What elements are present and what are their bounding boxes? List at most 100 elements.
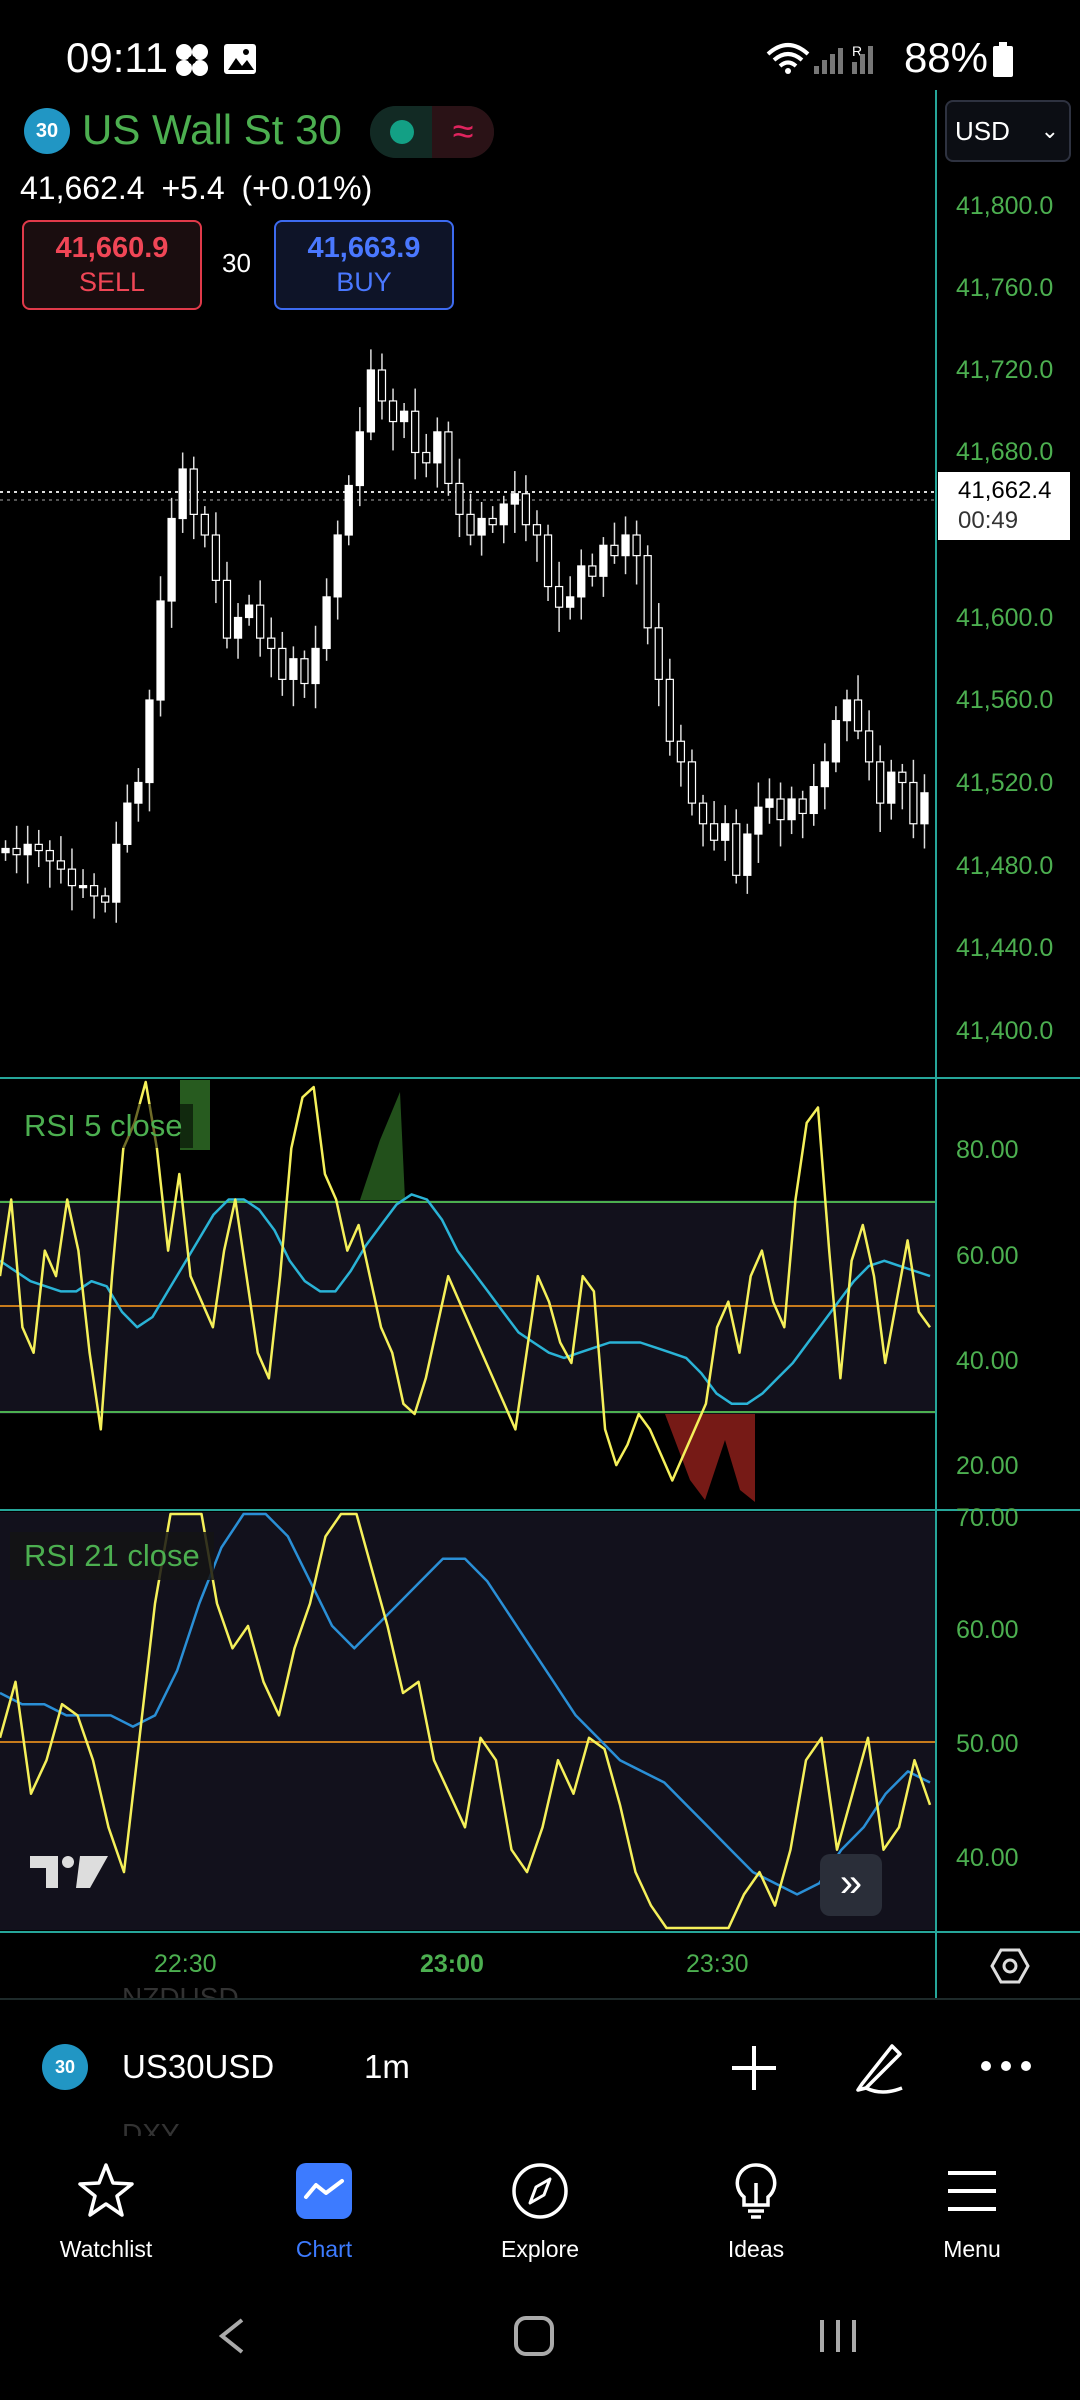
toolbar-symbol[interactable]: US30USD bbox=[122, 2048, 274, 2086]
gallery-icon bbox=[224, 44, 256, 74]
home-icon[interactable] bbox=[514, 2316, 554, 2356]
candle bbox=[687, 761, 697, 804]
time-axis-label: 23:00 bbox=[420, 1950, 484, 1978]
candle bbox=[278, 647, 287, 680]
time-axis-label: 23:30 bbox=[686, 1950, 749, 1978]
symbol-name[interactable]: US Wall St 30 bbox=[82, 106, 342, 154]
chart-settings-icon[interactable] bbox=[990, 1946, 1030, 1986]
add-icon[interactable] bbox=[726, 2040, 782, 2096]
nav-label: Ideas bbox=[727, 2236, 785, 2262]
tradingview-logo-icon[interactable] bbox=[28, 1852, 110, 1892]
candle bbox=[787, 798, 796, 821]
rsi5-title[interactable]: RSI 5 close bbox=[14, 1104, 193, 1148]
candle bbox=[654, 627, 663, 680]
star-icon bbox=[78, 2163, 134, 2217]
candle bbox=[842, 699, 852, 722]
candle bbox=[433, 431, 442, 464]
chevron-down-icon: ⌄ bbox=[1040, 118, 1059, 143]
candle bbox=[621, 534, 630, 557]
candle bbox=[344, 484, 353, 536]
rsi5-axis-label: 40.00 bbox=[956, 1347, 1019, 1375]
nav-ideas[interactable]: Ideas bbox=[676, 2156, 836, 2263]
signal-icon: R bbox=[814, 43, 873, 74]
candle bbox=[588, 565, 597, 577]
scroll-to-realtime-button[interactable]: » bbox=[820, 1854, 882, 1916]
candle bbox=[322, 596, 331, 650]
lightbulb-icon bbox=[735, 2163, 777, 2219]
last-price-marker[interactable]: 41,662.4 00:49 bbox=[938, 472, 1070, 540]
price-axis-label: 41,720.0 bbox=[956, 356, 1054, 384]
candle bbox=[831, 720, 841, 763]
back-icon[interactable] bbox=[218, 2318, 244, 2354]
recents-icon[interactable] bbox=[820, 2320, 856, 2352]
symbol-badge[interactable]: 30 bbox=[24, 108, 70, 154]
chart-icon bbox=[296, 2163, 352, 2219]
candle bbox=[256, 604, 265, 639]
candle bbox=[399, 410, 409, 423]
candle bbox=[676, 740, 686, 763]
candle bbox=[167, 517, 176, 602]
candle bbox=[123, 802, 132, 845]
last-price-marker-value: 41,662.4 bbox=[958, 477, 1052, 504]
candle bbox=[200, 513, 209, 536]
candle bbox=[909, 781, 918, 825]
currency-select[interactable]: USD ⌄ bbox=[945, 100, 1071, 162]
candle bbox=[34, 843, 43, 852]
candle bbox=[887, 771, 896, 804]
market-open-indicator bbox=[370, 106, 432, 158]
toolbar-symbol-badge[interactable]: 30 bbox=[42, 2044, 88, 2090]
candle bbox=[289, 658, 298, 680]
nav-watchlist[interactable]: Watchlist bbox=[26, 2156, 186, 2263]
rsi5-axis-label: 80.00 bbox=[956, 1136, 1019, 1164]
rsi5-axis-label: 60.00 bbox=[956, 1242, 1019, 1270]
market-open-dot-icon bbox=[390, 120, 414, 144]
more-icon[interactable] bbox=[978, 2058, 1034, 2074]
nav-label: Watchlist bbox=[59, 2236, 153, 2262]
candle bbox=[798, 798, 807, 815]
candle bbox=[222, 579, 232, 639]
drawing-tools-icon[interactable] bbox=[848, 2036, 910, 2098]
candle bbox=[566, 596, 575, 608]
rsi21-title[interactable]: RSI 21 close bbox=[10, 1532, 214, 1580]
price-summary: 41,662.4 +5.4 (+0.01%) bbox=[20, 170, 380, 207]
last-price: 41,662.4 bbox=[20, 170, 145, 206]
nav-menu[interactable]: Menu bbox=[892, 2156, 1052, 2263]
candle bbox=[510, 493, 519, 505]
candle bbox=[543, 534, 553, 588]
price-axis-label: 41,680.0 bbox=[956, 438, 1054, 466]
candle bbox=[134, 781, 143, 804]
battery-icon bbox=[993, 42, 1013, 77]
candle bbox=[920, 792, 929, 825]
candle bbox=[721, 823, 730, 841]
nav-chart[interactable]: Chart bbox=[244, 2156, 404, 2263]
candle bbox=[156, 600, 165, 701]
candle bbox=[632, 534, 641, 557]
toolbar-interval[interactable]: 1m bbox=[364, 2048, 410, 2086]
rsi21-axis-label: 50.00 bbox=[956, 1730, 1019, 1758]
hamburger-icon bbox=[948, 2171, 996, 2211]
candle bbox=[411, 410, 420, 454]
candle bbox=[211, 534, 221, 581]
candle bbox=[532, 524, 542, 536]
candle bbox=[23, 843, 32, 856]
candle bbox=[521, 493, 531, 526]
candle bbox=[709, 823, 719, 841]
sell-price: 41,660.9 bbox=[55, 232, 169, 264]
approx-icon: ≈ bbox=[432, 106, 494, 158]
nav-explore[interactable]: Explore bbox=[460, 2156, 620, 2263]
buy-button[interactable]: 41,663.9 BUY bbox=[274, 220, 454, 310]
sell-button[interactable]: 41,660.9 SELL bbox=[22, 220, 202, 310]
candle bbox=[743, 833, 752, 876]
candle bbox=[244, 604, 254, 619]
market-status-pill[interactable]: ≈ bbox=[370, 106, 494, 158]
candle bbox=[665, 678, 674, 742]
candle bbox=[577, 565, 586, 598]
candle bbox=[388, 400, 398, 423]
nav-label: Explore bbox=[501, 2236, 579, 2262]
candle bbox=[876, 761, 885, 804]
buy-price: 41,663.9 bbox=[307, 232, 421, 264]
buy-label: BUY bbox=[336, 267, 392, 297]
candle bbox=[455, 482, 464, 515]
candle bbox=[732, 823, 741, 876]
candle bbox=[820, 761, 829, 788]
